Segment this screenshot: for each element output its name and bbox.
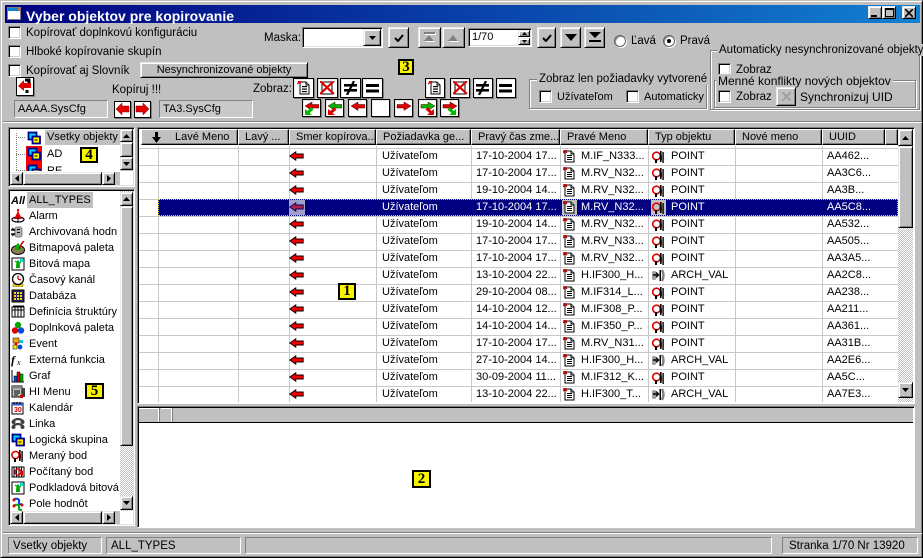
svg-text:f: f: [11, 353, 16, 367]
svg-text:30: 30: [14, 407, 22, 414]
svg-text:x: x: [16, 358, 21, 367]
svg-text:All: All: [11, 195, 25, 207]
